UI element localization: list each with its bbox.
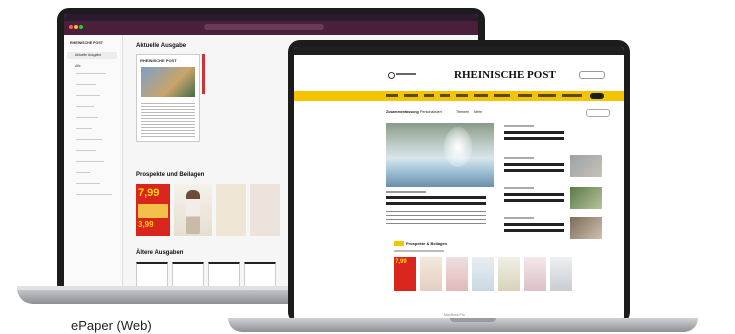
cover-photo [141, 67, 195, 97]
nav-item[interactable] [494, 94, 510, 97]
nav-item[interactable] [538, 94, 556, 97]
epaper-section-title: Prospekte & Beilagen [406, 241, 448, 246]
cover-masthead: RHEINISCHE POST [140, 58, 177, 63]
story-4-thumb[interactable] [570, 217, 602, 239]
epaper-item[interactable] [472, 257, 494, 291]
cover-text-block [141, 101, 195, 137]
epaper-item[interactable] [498, 257, 520, 291]
account-button[interactable] [579, 71, 605, 79]
nav-item[interactable] [440, 94, 450, 97]
section-current-issue: Aktuelle Ausgabe [136, 43, 187, 49]
tab-more[interactable]: Mehr [474, 110, 482, 114]
sidebar-line[interactable] [76, 106, 94, 107]
story-3-thumb[interactable] [570, 187, 602, 209]
story-headline [504, 192, 564, 204]
tab-summary[interactable]: Zusammenfassung [386, 110, 419, 114]
epaper-item[interactable] [550, 257, 572, 291]
tab-topics[interactable]: Themen [456, 110, 469, 114]
hero-headline[interactable] [386, 195, 486, 206]
supplement-4[interactable] [250, 184, 280, 236]
story-headline [504, 222, 564, 234]
sidebar-line[interactable] [76, 139, 102, 140]
filter-dropdown[interactable] [586, 109, 610, 117]
traffic-lights[interactable] [69, 25, 83, 29]
sidebar: RHEINISCHE POST Aktuelle Ausgabe Alle [64, 35, 123, 290]
sidebar-line[interactable] [76, 117, 98, 118]
epaper-item-promo[interactable]: 7,99 [394, 257, 416, 291]
nav-items [386, 94, 616, 98]
epaper-sublinks[interactable] [394, 250, 444, 252]
sidebar-line[interactable] [76, 183, 100, 184]
story-kicker [504, 125, 534, 127]
hero-teaser [386, 210, 486, 224]
front-laptop-chin-label: MacBook Pro [444, 313, 466, 317]
hero-splash [444, 127, 472, 167]
nav-item[interactable] [474, 94, 488, 97]
promo-price-2: 3,99 [138, 220, 154, 229]
address-bar[interactable] [204, 24, 324, 30]
story-kicker [504, 217, 534, 219]
sidebar-logo: RHEINISCHE POST [70, 41, 103, 45]
content-tabs: Zusammenfassung Personalisiert Themen Me… [386, 110, 586, 116]
nav-item[interactable] [386, 94, 398, 97]
nav-item[interactable] [518, 94, 532, 97]
story-2-thumb[interactable] [570, 155, 602, 177]
front-laptop-notch [450, 318, 496, 322]
promo-price: 7,99 [138, 187, 160, 199]
sidebar-line[interactable] [76, 73, 106, 74]
promo-image [138, 204, 168, 218]
supplement-promo-1[interactable]: 7,99 3,99 [136, 184, 170, 236]
section-supplements: Prospekte und Beilagen [136, 172, 205, 178]
story-headline [504, 162, 564, 174]
story-1[interactable] [504, 125, 564, 145]
caption: ePaper (Web) [71, 318, 152, 333]
search-icon[interactable] [388, 72, 395, 79]
story-headline [504, 130, 564, 142]
nav-item[interactable] [562, 94, 582, 97]
search-label[interactable] [396, 73, 416, 75]
story-4[interactable] [504, 217, 564, 237]
masthead: RHEINISCHE POST [454, 69, 556, 81]
sidebar-line[interactable] [76, 194, 112, 195]
story-2[interactable] [504, 157, 564, 177]
epaper-promo-price: 7,99 [395, 259, 407, 265]
sidebar-line[interactable] [76, 84, 96, 85]
section-older-issues: Ältere Ausgaben [136, 250, 184, 256]
nav-item[interactable] [424, 94, 434, 97]
sidebar-line[interactable] [76, 161, 104, 162]
epaper-badge [394, 241, 404, 246]
sidebar-item-label: Aktuelle Ausgabe [75, 53, 102, 57]
front-laptop-screen: RHEINISCHE POST Zusammenfassung Personal… [294, 47, 624, 320]
supplement-fashion[interactable] [174, 184, 212, 236]
current-issue-cover[interactable]: RHEINISCHE POST [136, 54, 200, 142]
sidebar-item-all[interactable]: Alle [75, 64, 81, 68]
top-banner [294, 47, 624, 55]
sidebar-item-current[interactable]: Aktuelle Ausgabe [67, 52, 117, 59]
sidebar-line[interactable] [76, 150, 96, 151]
sidebar-line[interactable] [76, 172, 90, 173]
fashion-model [186, 190, 200, 234]
subscribe-button[interactable] [590, 93, 604, 99]
supplement-3[interactable] [216, 184, 246, 236]
sidebar-line[interactable] [76, 95, 100, 96]
sidebar-item-list [70, 73, 116, 205]
epaper-item[interactable] [446, 257, 468, 291]
hero-kicker [386, 191, 426, 193]
story-3[interactable] [504, 187, 564, 207]
nav-item[interactable] [404, 94, 418, 97]
tab-personalized[interactable]: Personalisiert [420, 110, 442, 114]
menu-bar [64, 14, 478, 21]
epaper-item[interactable] [524, 257, 546, 291]
story-kicker [504, 187, 534, 189]
epaper-item[interactable] [420, 257, 442, 291]
current-issue-side-strip [202, 54, 205, 94]
hero-image[interactable] [386, 123, 494, 187]
sidebar-line[interactable] [76, 128, 92, 129]
nav-item[interactable] [456, 94, 468, 97]
story-kicker [504, 157, 534, 159]
